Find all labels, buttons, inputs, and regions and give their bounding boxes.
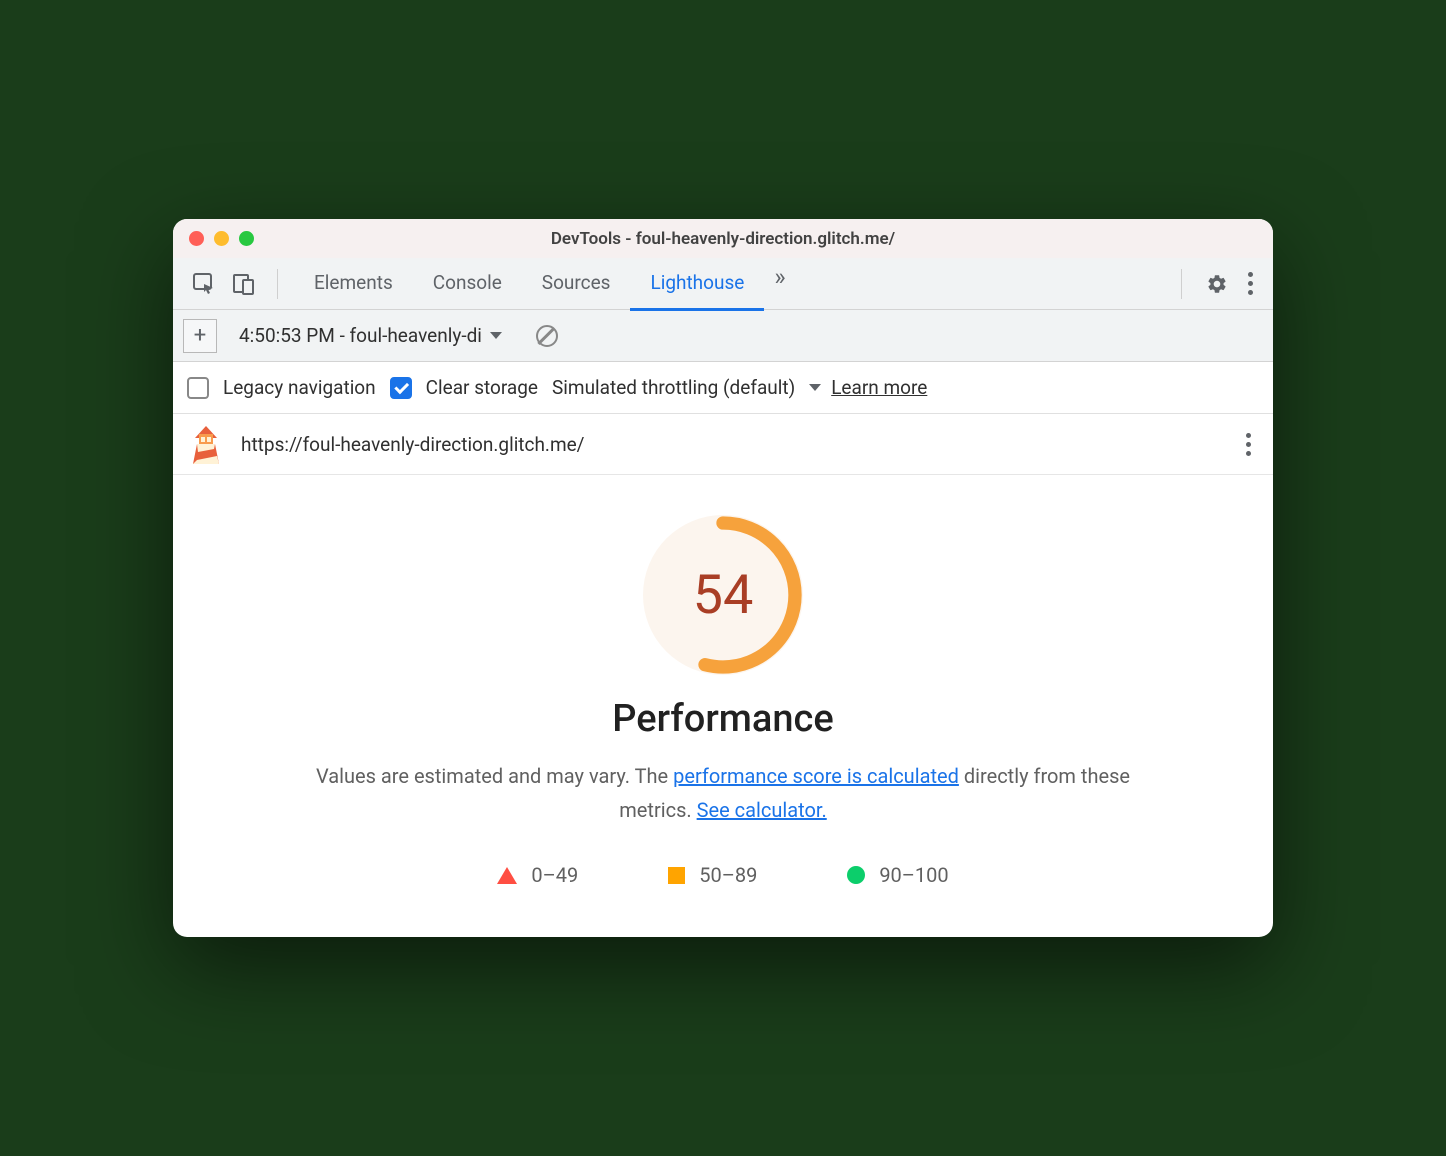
report-menu-icon[interactable] [1240, 427, 1257, 462]
throttling-label: Simulated throttling (default) [552, 376, 795, 399]
legacy-navigation-label: Legacy navigation [223, 376, 376, 399]
tab-elements[interactable]: Elements [294, 257, 413, 311]
tested-url: https://foul-heavenly-direction.glitch.m… [241, 433, 585, 456]
minimize-window-button[interactable] [214, 231, 229, 246]
performance-gauge: 54 [643, 515, 803, 675]
clear-storage-checkbox[interactable] [390, 377, 412, 399]
divider [277, 269, 278, 299]
performance-description: Values are estimated and may vary. The p… [283, 759, 1163, 827]
divider [1181, 269, 1182, 299]
score-calculated-link[interactable]: performance score is calculated [673, 764, 959, 788]
legend-range: 90–100 [879, 863, 948, 887]
desc-text: Values are estimated and may vary. The [316, 764, 673, 788]
performance-score: 54 [693, 564, 754, 627]
inspect-element-icon[interactable] [187, 267, 221, 301]
report-url-bar: https://foul-heavenly-direction.glitch.m… [173, 414, 1273, 475]
score-legend: 0–49 50–89 90–100 [213, 863, 1233, 887]
maximize-window-button[interactable] [239, 231, 254, 246]
panel-tabs: Elements Console Sources Lighthouse » [294, 257, 1165, 311]
legend-range: 0–49 [531, 863, 578, 887]
legend-average: 50–89 [668, 863, 757, 887]
tab-sources[interactable]: Sources [522, 257, 631, 311]
chevron-down-icon [490, 332, 502, 339]
report-select-label: 4:50:53 PM - foul-heavenly-di [239, 324, 482, 347]
square-average-icon [668, 867, 685, 884]
clear-all-icon[interactable] [536, 325, 558, 347]
lighthouse-subbar: + 4:50:53 PM - foul-heavenly-di [173, 310, 1273, 362]
learn-more-link[interactable]: Learn more [831, 376, 927, 399]
titlebar: DevTools - foul-heavenly-direction.glitc… [173, 219, 1273, 258]
lighthouse-icon [189, 424, 223, 464]
see-calculator-link[interactable]: See calculator. [697, 798, 827, 822]
tab-console[interactable]: Console [413, 257, 522, 311]
clear-storage-label: Clear storage [426, 376, 538, 399]
lighthouse-options-bar: Legacy navigation Clear storage Simulate… [173, 362, 1273, 414]
legacy-navigation-checkbox[interactable] [187, 377, 209, 399]
tab-lighthouse[interactable]: Lighthouse [630, 257, 764, 311]
legend-range: 50–89 [699, 863, 757, 887]
gauge-title: Performance [213, 697, 1233, 741]
triangle-fail-icon [497, 867, 517, 884]
legend-pass: 90–100 [847, 863, 948, 887]
device-toolbar-icon[interactable] [227, 267, 261, 301]
close-window-button[interactable] [189, 231, 204, 246]
settings-gear-icon[interactable] [1200, 267, 1234, 301]
main-toolbar: Elements Console Sources Lighthouse » [173, 258, 1273, 310]
chevron-down-icon[interactable] [809, 384, 821, 391]
traffic-lights [189, 231, 254, 246]
legend-fail: 0–49 [497, 863, 578, 887]
circle-pass-icon [847, 866, 865, 884]
lighthouse-report: 54 Performance Values are estimated and … [173, 475, 1273, 937]
window-title: DevTools - foul-heavenly-direction.glitc… [173, 229, 1273, 249]
more-tabs-icon[interactable]: » [764, 257, 795, 311]
new-report-button[interactable]: + [183, 319, 217, 353]
more-options-icon[interactable] [1242, 266, 1259, 301]
report-select-dropdown[interactable]: 4:50:53 PM - foul-heavenly-di [231, 320, 510, 351]
devtools-window: DevTools - foul-heavenly-direction.glitc… [173, 219, 1273, 937]
